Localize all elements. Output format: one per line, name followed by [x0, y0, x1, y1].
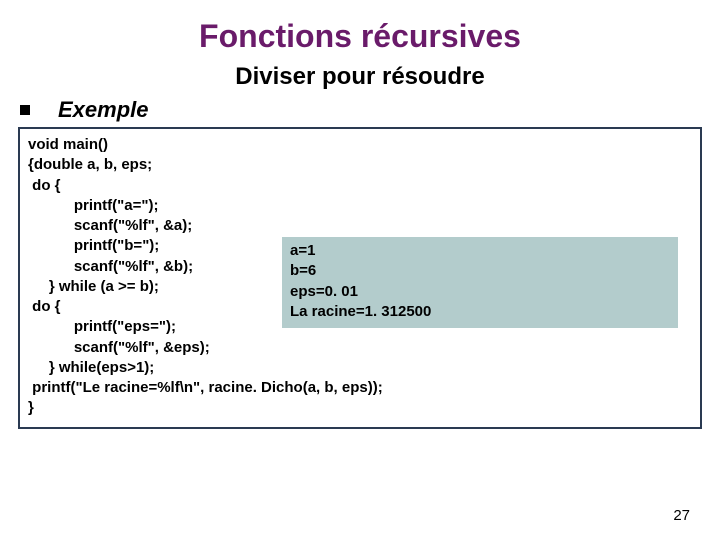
page-number: 27	[673, 507, 690, 524]
bullet-icon	[20, 105, 30, 115]
section-row: Exemple	[20, 97, 720, 123]
code-box: void main() {double a, b, eps; do { prin…	[18, 127, 702, 429]
output-content: a=1 b=6 eps=0. 01 La racine=1. 312500	[290, 241, 670, 322]
slide-title: Fonctions récursives	[0, 0, 720, 55]
slide-subtitle: Diviser pour résoudre	[0, 63, 720, 91]
section-label: Exemple	[58, 97, 149, 123]
output-box: a=1 b=6 eps=0. 01 La racine=1. 312500	[282, 237, 678, 328]
